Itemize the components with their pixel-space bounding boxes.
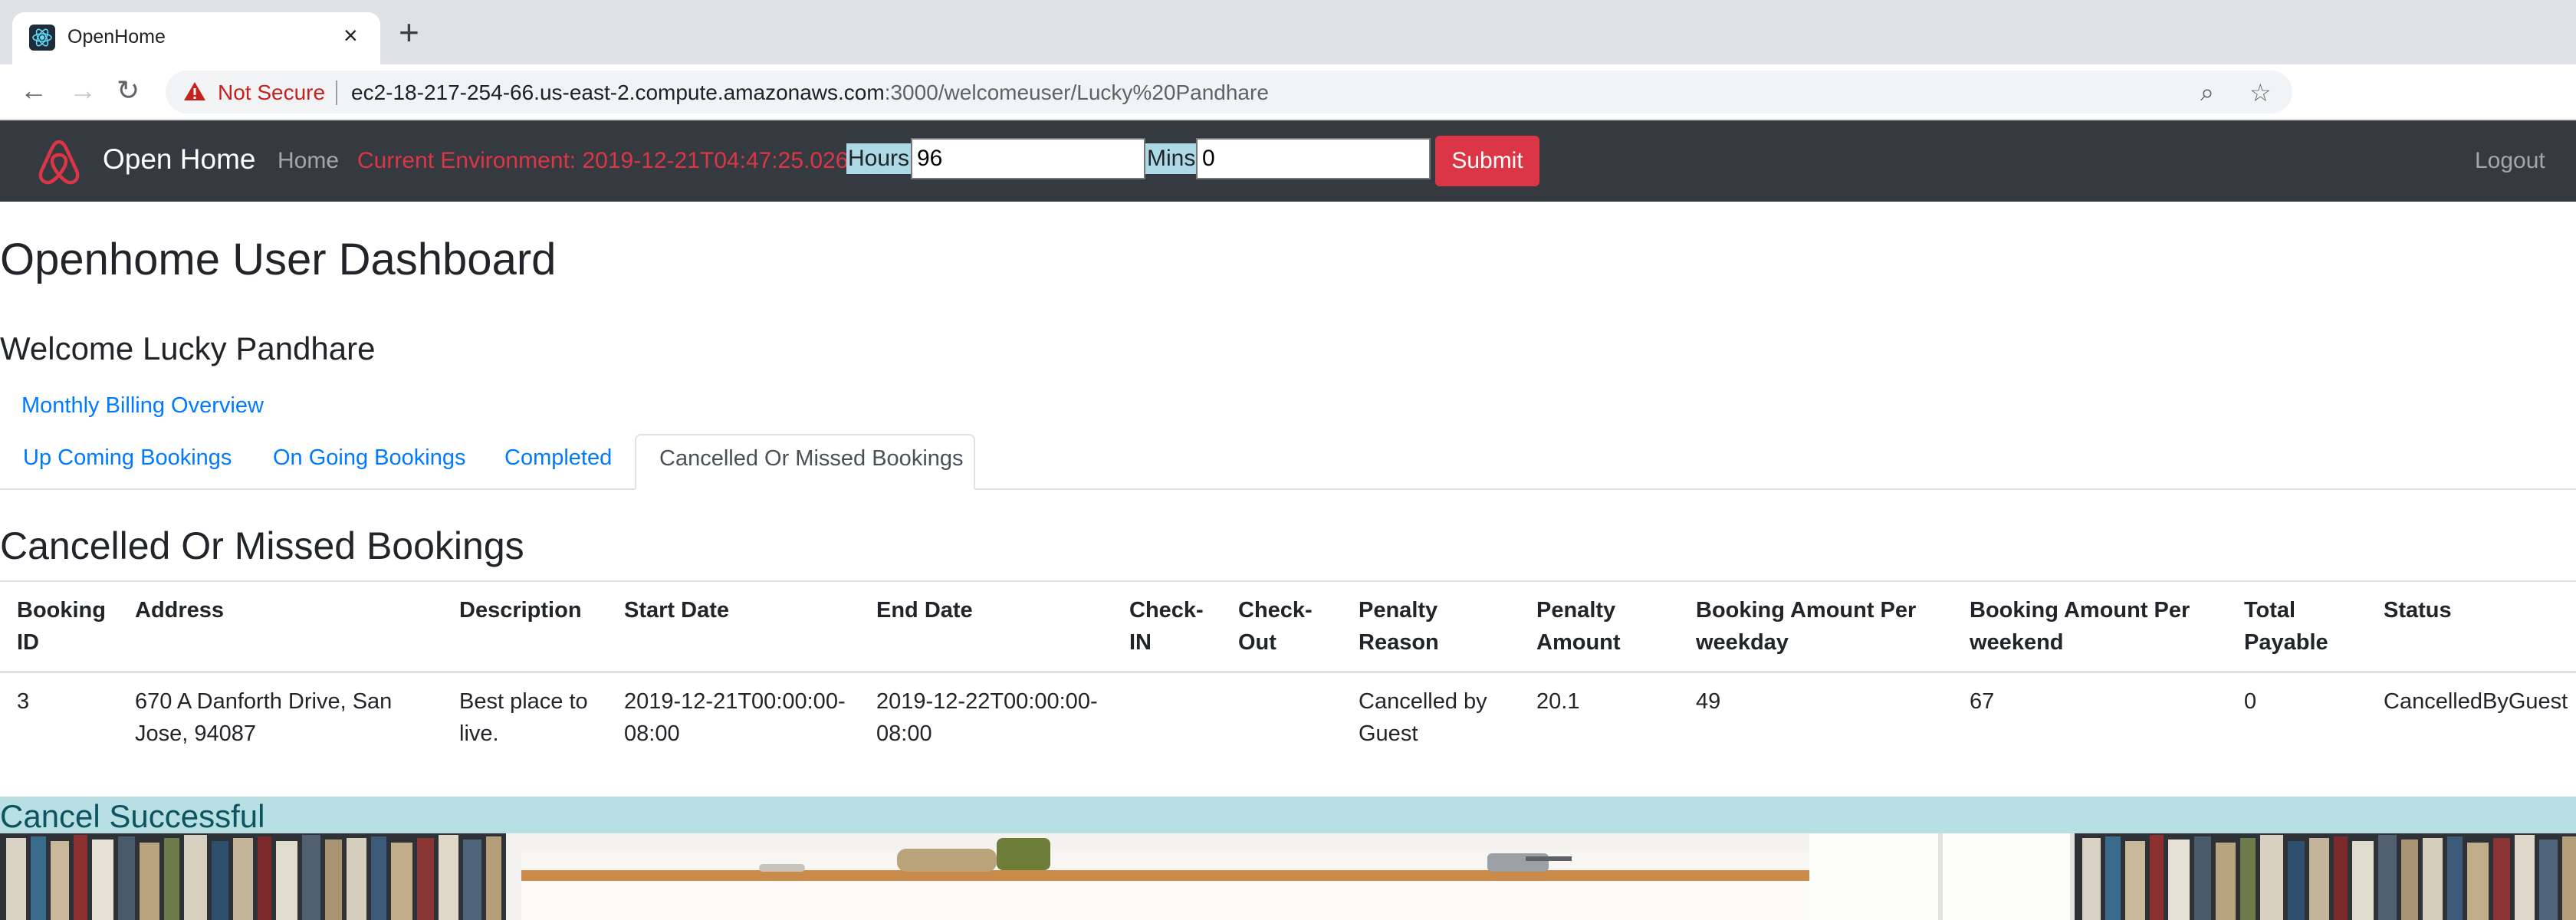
col-amount-weekday: Booking Amount Per weekday <box>1679 580 1953 673</box>
cancel-success-alert: Cancel Successful <box>0 797 2576 834</box>
cell-total-payable: 0 <box>2227 671 2367 762</box>
page-title: Openhome User Dashboard <box>0 235 557 284</box>
cell-status: CancelledByGuest <box>2367 671 2576 762</box>
url-path: :3000/welcomeuser/Lucky%20Pandhare <box>884 80 1269 104</box>
current-environment-text: Current Environment: 2019-12-21T04:47:25… <box>357 148 863 173</box>
brand-name[interactable]: Open Home <box>103 143 256 176</box>
browser-tab[interactable]: OpenHome × <box>12 12 380 64</box>
mins-label: Mins: <box>1145 143 1204 174</box>
cell-address: 670 A Danforth Drive, San Jose, 94087 <box>118 671 442 762</box>
reload-icon[interactable]: ↻ <box>117 75 140 106</box>
new-tab-icon[interactable]: + <box>399 15 419 50</box>
tab-title: OpenHome <box>67 26 166 48</box>
tab-ongoing-bookings[interactable]: On Going Bookings <box>273 445 465 471</box>
cell-start-date: 2019-12-21T00:00:00-08:00 <box>607 671 859 762</box>
forward-icon[interactable]: → <box>69 75 97 106</box>
cell-check-in <box>1112 671 1221 762</box>
col-booking-id: Booking ID <box>0 580 118 673</box>
url-host: ec2-18-217-254-66.us-east-2.compute.amaz… <box>351 80 885 104</box>
cell-booking-id: 3 <box>0 671 118 762</box>
section-title: Cancelled Or Missed Bookings <box>0 524 524 567</box>
tab-completed[interactable]: Completed <box>504 445 612 471</box>
warning-icon <box>184 82 205 100</box>
col-penalty-amount: Penalty Amount <box>1520 580 1679 673</box>
monthly-billing-link[interactable]: Monthly Billing Overview <box>21 393 264 419</box>
table-row: 3 670 A Danforth Drive, San Jose, 94087 … <box>0 671 2576 762</box>
browser-tabstrip: OpenHome × + <box>0 0 2576 64</box>
alert-text: Cancel Successful <box>0 798 265 834</box>
col-address: Address <box>118 580 442 673</box>
tab-cancelled-bookings[interactable]: Cancelled Or Missed Bookings <box>635 434 975 490</box>
tabs-divider <box>0 488 2576 490</box>
cell-check-out <box>1221 671 1342 762</box>
airbnb-logo-icon[interactable] <box>34 137 84 188</box>
tab-cancelled-label: Cancelled Or Missed Bookings <box>659 446 964 471</box>
cell-description: Best place to live. <box>442 671 607 762</box>
col-check-out: Check-Out <box>1221 580 1342 673</box>
col-amount-weekend: Booking Amount Per weekend <box>1953 580 2227 673</box>
app-navbar: Open Home Home Current Environment: 2019… <box>0 120 2576 202</box>
dashboard-page: Openhome User Dashboard Welcome Lucky Pa… <box>0 202 2576 920</box>
kitchen-hero-image <box>0 833 2576 920</box>
bookmark-star-icon[interactable]: ☆ <box>2249 78 2272 107</box>
nav-home-link[interactable]: Home <box>278 148 339 174</box>
col-penalty-reason: Penalty Reason <box>1342 580 1520 673</box>
submit-button[interactable]: Submit <box>1435 136 1539 186</box>
url-text[interactable]: ec2-18-217-254-66.us-east-2.compute.amaz… <box>351 80 1269 105</box>
col-check-in: Check-IN <box>1112 580 1221 673</box>
zoom-icon[interactable]: ⌕ <box>2200 78 2214 107</box>
col-status: Status <box>2367 580 2576 673</box>
table-header-row: Booking ID Address Description Start Dat… <box>0 580 2576 673</box>
cell-amount-weekday: 49 <box>1679 671 1953 762</box>
bookings-table: Booking ID Address Description Start Dat… <box>0 580 2576 762</box>
close-tab-icon[interactable]: × <box>343 21 358 50</box>
hours-label: Hours: <box>846 143 918 174</box>
logout-link[interactable]: Logout <box>2475 148 2545 174</box>
omnibox-divider <box>336 80 337 105</box>
hours-input[interactable] <box>911 138 1145 179</box>
not-secure-label[interactable]: Not Secure <box>218 80 325 105</box>
cell-end-date: 2019-12-22T00:00:00-08:00 <box>859 671 1112 762</box>
col-end-date: End Date <box>859 580 1112 673</box>
cell-penalty-amount: 20.1 <box>1520 671 1679 762</box>
col-start-date: Start Date <box>607 580 859 673</box>
tab-upcoming-bookings[interactable]: Up Coming Bookings <box>23 445 232 471</box>
address-bar[interactable]: Not Secure ec2-18-217-254-66.us-east-2.c… <box>166 71 2292 113</box>
welcome-heading: Welcome Lucky Pandhare <box>0 330 376 366</box>
cell-penalty-reason: Cancelled by Guest <box>1342 671 1520 762</box>
col-total-payable: Total Payable <box>2227 580 2367 673</box>
back-icon[interactable]: ← <box>20 75 48 106</box>
react-favicon-icon <box>29 25 55 51</box>
cell-amount-weekend: 67 <box>1953 671 2227 762</box>
col-description: Description <box>442 580 607 673</box>
mins-input[interactable] <box>1196 138 1431 179</box>
browser-toolbar: ← → ↻ Not Secure ec2-18-217-254-66.us-ea… <box>0 64 2576 172</box>
